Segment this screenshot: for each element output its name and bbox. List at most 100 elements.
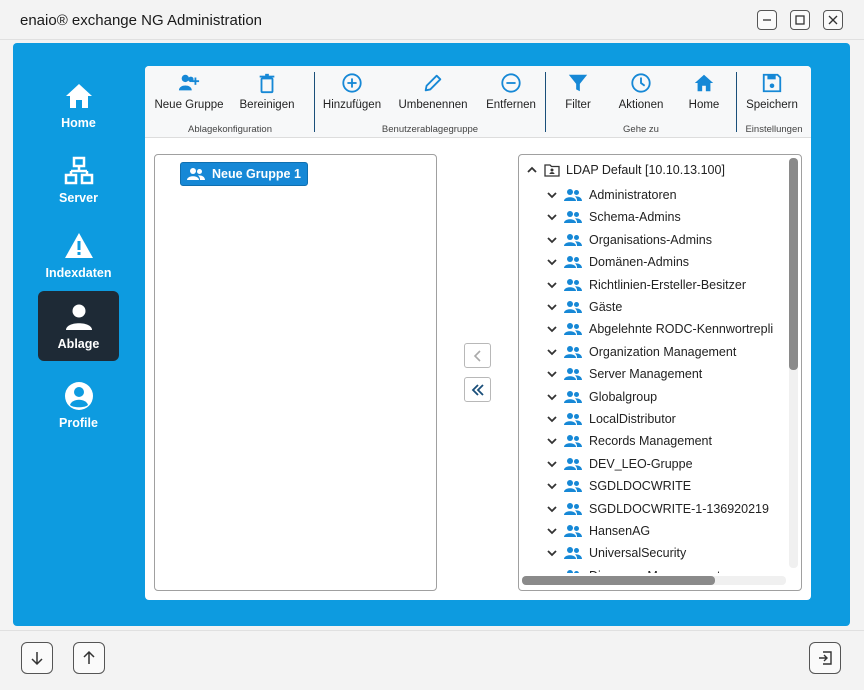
tree-item[interactable]: DEV_LEO-Gruppe xyxy=(546,455,693,473)
chevron-down-icon[interactable] xyxy=(546,435,558,447)
ribbon-group-label: Benutzerablagegruppe xyxy=(381,124,479,135)
chevron-down-icon[interactable] xyxy=(546,323,558,335)
ribbon-group-label: Ablagekonfiguration xyxy=(188,124,272,135)
chevron-up-icon[interactable] xyxy=(526,164,538,176)
nav-item-indexdaten[interactable]: Indexdaten xyxy=(38,220,119,290)
chevron-down-icon[interactable] xyxy=(546,525,558,537)
move-left-button[interactable] xyxy=(464,343,491,368)
tree-item-label: LocalDistributor xyxy=(589,412,676,426)
tree-item[interactable]: Organization Management xyxy=(546,343,736,361)
remove-button[interactable]: Entfernen xyxy=(481,72,541,120)
home-icon xyxy=(694,74,714,92)
chevron-down-icon[interactable] xyxy=(546,391,558,403)
chevron-down-icon[interactable] xyxy=(546,480,558,492)
horizontal-scroll-thumb[interactable] xyxy=(522,576,715,585)
ribbon-button-label: Aktionen xyxy=(618,99,664,111)
new-group-button[interactable]: Neue Gruppe xyxy=(151,72,227,120)
chevron-down-icon[interactable] xyxy=(546,413,558,425)
tree-item[interactable]: SGDLDOCWRITE xyxy=(546,477,691,495)
chevron-down-icon[interactable] xyxy=(546,547,558,559)
group-icon xyxy=(564,278,582,291)
arrow-down-icon xyxy=(31,652,43,666)
rename-button[interactable]: Umbenennen xyxy=(393,72,473,120)
chevron-down-icon[interactable] xyxy=(546,211,558,223)
chevron-down-icon[interactable] xyxy=(546,279,558,291)
chevron-down-icon[interactable] xyxy=(546,346,558,358)
exit-button[interactable] xyxy=(809,642,841,674)
chevron-down-icon[interactable] xyxy=(546,256,558,268)
ribbon-button-label: Hinzufügen xyxy=(322,99,382,111)
move-up-button[interactable] xyxy=(73,642,105,674)
tree-item[interactable]: HansenAG xyxy=(546,522,650,540)
ldap-tree[interactable]: LDAP Default [10.10.13.100] Administrato… xyxy=(518,154,802,591)
vertical-scrollbar[interactable] xyxy=(789,158,798,568)
tree-item[interactable]: Organisations-Admins xyxy=(546,231,712,249)
tree-item[interactable]: Records Management xyxy=(546,432,712,450)
tree-item[interactable]: LocalDistributor xyxy=(546,410,676,428)
person-icon xyxy=(65,304,92,330)
actions-button[interactable]: Aktionen xyxy=(613,72,669,120)
exit-icon xyxy=(819,651,832,665)
tree-item[interactable]: Gäste xyxy=(546,298,622,316)
double-chevron-left-icon xyxy=(471,383,484,396)
tree-item[interactable]: Administratoren xyxy=(546,186,677,204)
save-icon xyxy=(762,73,782,93)
ribbon-separator xyxy=(314,72,315,132)
chevron-down-icon[interactable] xyxy=(546,234,558,246)
horizontal-scrollbar[interactable] xyxy=(522,576,786,585)
chevron-down-icon[interactable] xyxy=(546,503,558,515)
arrow-up-icon xyxy=(83,650,95,664)
tree-item-label: SGDLDOCWRITE xyxy=(589,479,692,494)
tree-item-label: Schema-Admins xyxy=(589,210,681,225)
tree-item-label: HansenAG xyxy=(589,524,651,538)
tree-item[interactable]: SGDLDOCWRITE-1-136920219 xyxy=(546,500,769,518)
tree-item[interactable]: UniversalSecurity xyxy=(546,544,686,562)
ribbon-toolbar: Neue Gruppe Bereinigen Hinzufügen Umbene… xyxy=(145,66,811,138)
home-icon xyxy=(65,84,92,108)
chevron-down-icon[interactable] xyxy=(546,458,558,470)
group-icon xyxy=(564,390,582,403)
chevron-down-icon[interactable] xyxy=(546,301,558,313)
tree-item-label: Globalgroup xyxy=(589,389,658,404)
list-item[interactable]: Neue Gruppe 1 xyxy=(180,162,308,186)
chevron-down-icon[interactable] xyxy=(546,570,558,573)
nav-item-label: Profile xyxy=(59,416,98,430)
move-all-left-button[interactable] xyxy=(464,377,491,402)
tree-item-label: Organisations-Admins xyxy=(589,232,712,247)
nav-item-profile[interactable]: Profile xyxy=(38,370,119,440)
tree-root[interactable]: LDAP Default [10.10.13.100] xyxy=(526,163,725,177)
vertical-scroll-thumb[interactable] xyxy=(789,158,798,370)
close-button[interactable] xyxy=(823,10,843,30)
group-icon xyxy=(564,301,582,313)
maximize-button[interactable] xyxy=(790,10,810,30)
tree-item[interactable]: Richtlinien-Ersteller-Besitzer xyxy=(546,276,746,294)
content-panel: Neue Gruppe Bereinigen Hinzufügen Umbene… xyxy=(145,66,811,600)
nav-item-home[interactable]: Home xyxy=(38,70,119,140)
filter-button[interactable]: Filter xyxy=(555,72,601,120)
cleanup-button[interactable]: Bereinigen xyxy=(233,72,301,120)
tree-item[interactable]: Discovery Management xyxy=(546,567,720,573)
nav-item-ablage[interactable]: Ablage xyxy=(38,291,119,361)
tree-item[interactable]: Server Management xyxy=(546,365,702,383)
tree-item[interactable]: Schema-Admins xyxy=(546,208,681,226)
tree-item-label: Server Management xyxy=(589,367,703,382)
goto-home-button[interactable]: Home xyxy=(681,72,727,120)
save-button[interactable]: Speichern xyxy=(741,72,803,120)
window-title: enaio® exchange NG Administration xyxy=(20,12,263,29)
group-icon xyxy=(564,368,582,381)
nav-item-server[interactable]: Server xyxy=(38,145,119,215)
chevron-down-icon[interactable] xyxy=(546,368,558,380)
minimize-button[interactable] xyxy=(757,10,777,30)
tree-item[interactable]: Domänen-Admins xyxy=(546,253,689,271)
group-list[interactable]: Neue Gruppe 1 xyxy=(154,154,437,591)
tree-item[interactable]: Abgelehnte RODC-Kennwortrepli xyxy=(546,320,773,338)
group-icon xyxy=(564,233,582,246)
add-button[interactable]: Hinzufügen xyxy=(319,72,385,120)
move-down-button[interactable] xyxy=(21,642,53,674)
filter-icon xyxy=(568,74,588,92)
ribbon-button-label: Neue Gruppe xyxy=(154,99,224,111)
tree-item[interactable]: Globalgroup xyxy=(546,388,657,406)
group-icon xyxy=(564,457,582,470)
chevron-down-icon[interactable] xyxy=(546,189,558,201)
tree-item-label: Organization Management xyxy=(589,344,737,359)
